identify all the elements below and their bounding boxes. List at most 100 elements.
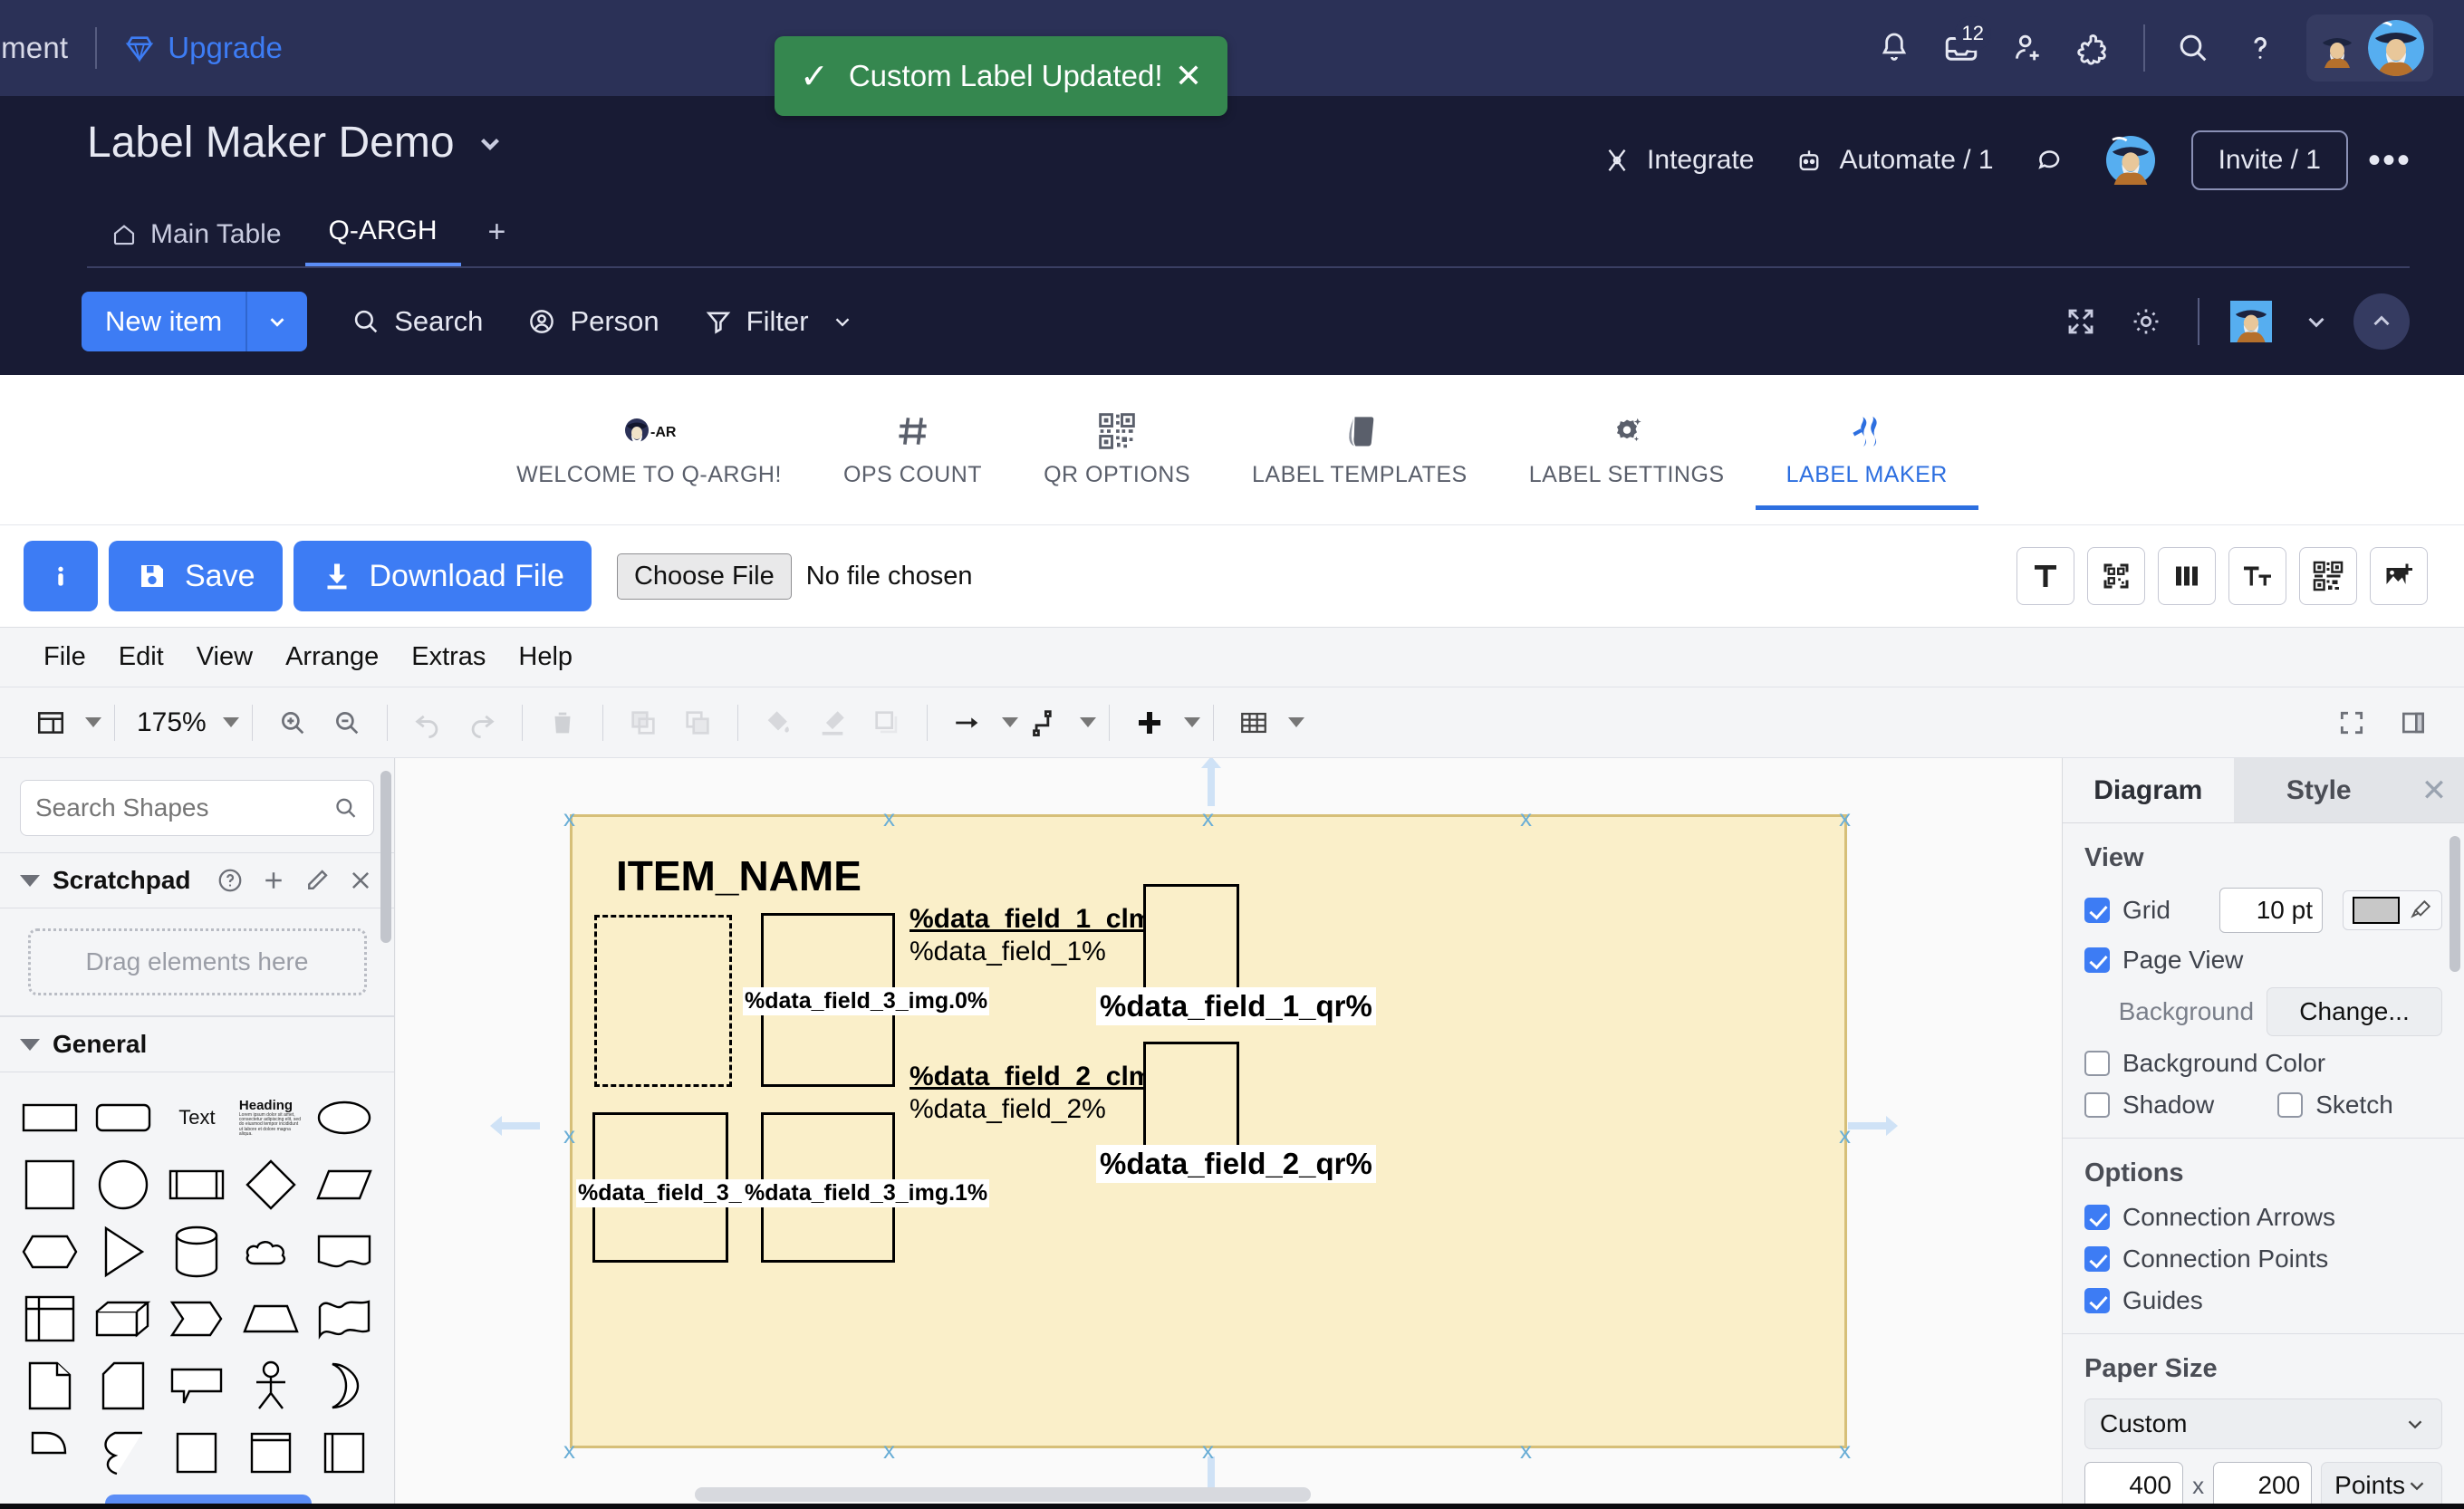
menu-edit[interactable]: Edit [102,642,180,672]
image-box-1-label[interactable]: %data_field_3_img.0% [743,987,990,1015]
avatar-group[interactable] [2306,14,2433,82]
appnav-item-label-templates[interactable]: LABEL TEMPLATES [1221,390,1498,510]
scratchpad-area[interactable]: Drag elements here [0,908,394,1016]
automate-button[interactable]: Automate / 1 [1774,136,2013,185]
chevron-down-icon[interactable] [1001,717,1018,727]
section-general[interactable]: General [0,1016,394,1072]
grid-size-input[interactable]: 10 pt [2219,888,2323,933]
appnav-item-welcome[interactable]: -ARGH WELCOME TO Q-ARGH! [486,390,813,510]
background-color-checkbox[interactable] [2084,1051,2110,1076]
paper-height-input[interactable]: 200 [2213,1462,2313,1509]
to-back-icon[interactable] [670,696,725,750]
format-panel-icon[interactable] [2386,696,2440,750]
shape-trapezoid[interactable] [238,1293,303,1344]
paper-preset-select[interactable]: Custom [2084,1398,2442,1449]
shape-rounded-rectangle[interactable] [91,1092,156,1143]
item-name-text[interactable]: ITEM_NAME [616,851,861,900]
close-icon[interactable]: ✕ [1175,57,1202,95]
download-file-button[interactable]: Download File [293,541,592,611]
chevron-down-icon[interactable] [475,128,505,159]
shape-step[interactable] [164,1293,229,1344]
save-button[interactable]: Save [109,541,283,611]
selection-handle[interactable]: x [1839,1123,1851,1147]
tab-main-table[interactable]: Main Table [87,214,305,266]
shape-container[interactable] [164,1427,229,1478]
to-front-icon[interactable] [616,696,670,750]
delete-icon[interactable] [535,696,590,750]
invite-member-icon[interactable] [1995,14,2062,82]
image-box-3-label[interactable]: %data_field_3_img.1% [743,1179,990,1207]
shape-triangle[interactable] [91,1225,156,1278]
shapes-scrollbar[interactable] [380,771,391,943]
menu-file[interactable]: File [27,642,102,672]
line-color-icon[interactable] [805,696,860,750]
paper-units-select[interactable]: Points [2321,1462,2442,1509]
edge-style-icon[interactable] [1018,696,1073,750]
table-icon[interactable] [1227,696,1281,750]
undo-icon[interactable] [400,696,455,750]
insert-icon[interactable] [1122,696,1177,750]
selection-handle[interactable]: x [1520,806,1532,830]
shape-document[interactable] [312,1226,377,1277]
grid-color-picker[interactable] [2343,890,2442,930]
shape-diamond[interactable] [238,1159,303,1210]
grid-checkbox[interactable] [2084,898,2110,923]
integrate-button[interactable]: Integrate [1582,136,1774,185]
selection-handle[interactable]: x [563,806,575,830]
fullscreen-icon[interactable] [2324,696,2379,750]
close-icon[interactable] [347,867,374,894]
shape-circle[interactable] [91,1159,156,1210]
file-input[interactable]: Choose File No file chosen [616,553,972,600]
person-button[interactable]: Person [526,305,659,338]
bell-icon[interactable] [1861,14,1928,82]
new-item-button[interactable]: New item [82,292,308,351]
waypoints-icon[interactable] [940,696,995,750]
columns-icon[interactable] [2158,547,2216,605]
drawio-canvas[interactable]: ITEM_NAME %data_field_3_img.0% %data_fie… [396,758,2062,1509]
shape-square[interactable] [17,1159,82,1210]
text-tool-icon[interactable] [2016,547,2074,605]
zoom-level[interactable]: 175% [128,707,216,738]
more-options-button[interactable]: ••• [2348,140,2431,181]
invite-button[interactable]: Invite / 1 [2190,130,2348,190]
shape-horizontal-container[interactable] [312,1427,377,1478]
connection-points-checkbox[interactable] [2084,1246,2110,1272]
label-page[interactable]: ITEM_NAME %data_field_3_img.0% %data_fie… [563,806,1851,1462]
shape-card[interactable] [91,1360,156,1411]
selection-handle[interactable]: x [1839,806,1851,830]
search-button[interactable]: Search [351,305,483,338]
appnav-item-label-maker[interactable]: LABEL MAKER [1755,390,1978,510]
selection-handle[interactable]: x [1839,1438,1851,1462]
choose-file-button[interactable]: Choose File [616,553,792,600]
page-view-checkbox[interactable] [2084,947,2110,973]
shape-callout[interactable] [164,1360,229,1411]
connection-arrows-checkbox[interactable] [2084,1205,2110,1230]
shape-process[interactable] [164,1159,229,1210]
appnav-item-label-settings[interactable]: LABEL SETTINGS [1498,390,1756,510]
zoom-out-icon[interactable] [320,696,374,750]
shape-rectangle[interactable] [17,1092,82,1143]
shape-actor[interactable] [238,1360,303,1411]
selection-handle[interactable]: x [1202,1438,1214,1462]
selection-handle[interactable]: x [883,806,895,830]
add-image-icon[interactable] [2370,547,2428,605]
search-icon[interactable] [2160,14,2227,82]
selection-handle[interactable]: x [563,1438,575,1462]
shape-cylinder[interactable] [164,1225,229,1278]
plus-icon[interactable] [260,867,287,894]
appnav-item-qr-options[interactable]: QR OPTIONS [1013,390,1221,510]
upgrade-button[interactable]: Upgrade [124,31,283,65]
selection-handle[interactable]: x [563,1123,575,1147]
qr-1-label[interactable]: %data_field_1_qr% [1096,987,1376,1025]
layers-icon[interactable] [24,696,78,750]
new-item-dropdown[interactable] [247,292,308,351]
sketch-checkbox[interactable] [2277,1092,2304,1118]
board-avatar[interactable] [2086,127,2175,194]
shape-cloud[interactable] [238,1226,303,1277]
shape-or[interactable] [312,1360,377,1411]
search-shapes-field[interactable] [20,780,374,836]
background-change-button[interactable]: Change... [2267,987,2442,1036]
shape-cube[interactable] [91,1293,156,1344]
guides-checkbox[interactable] [2084,1288,2110,1313]
tab-diagram[interactable]: Diagram [2063,758,2234,822]
